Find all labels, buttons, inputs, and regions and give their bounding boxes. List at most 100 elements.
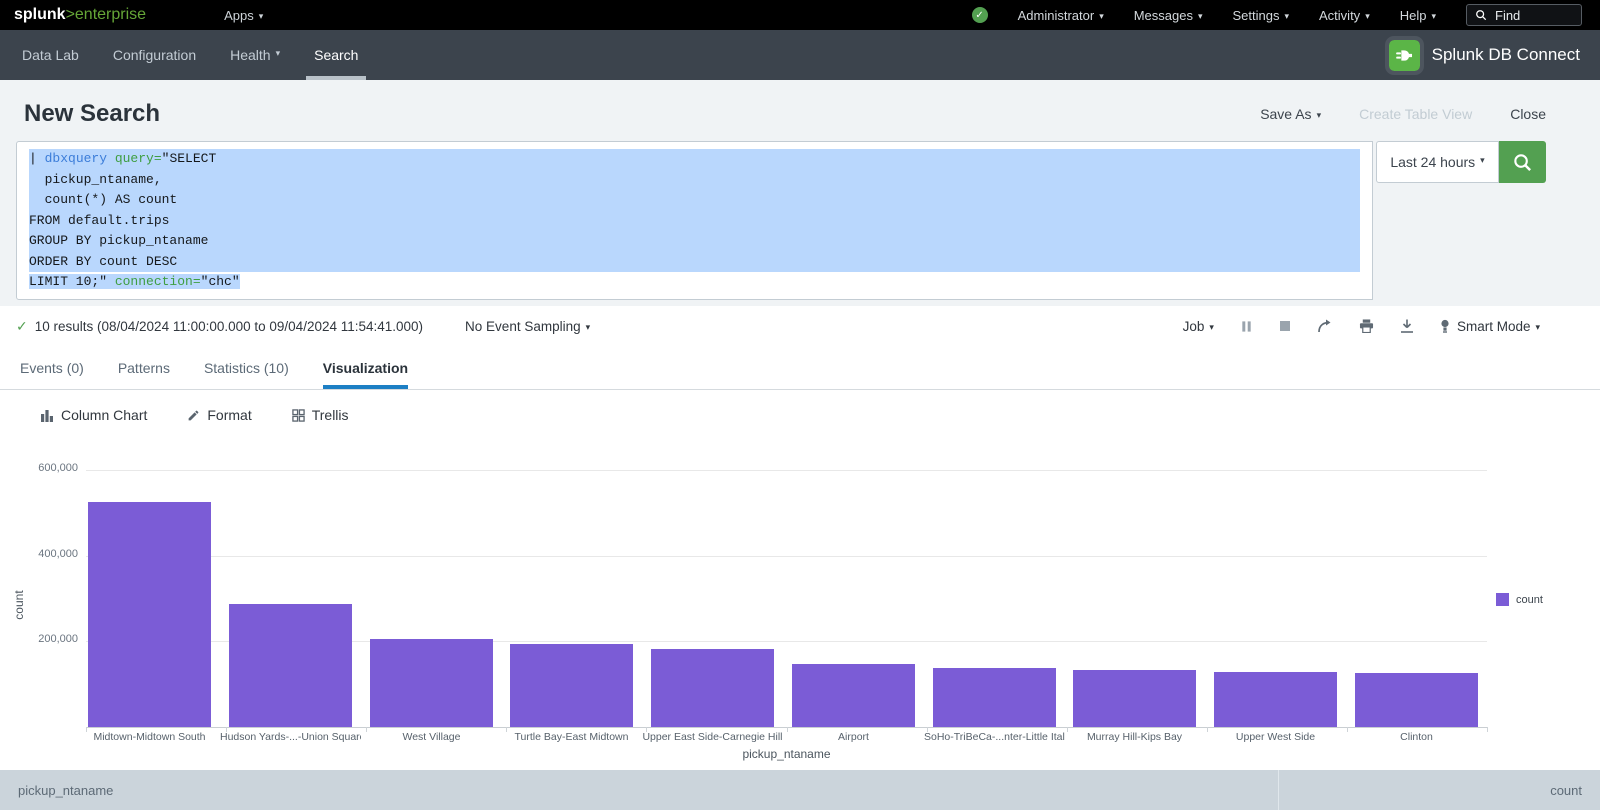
pause-icon: [1240, 320, 1253, 333]
app-nav-items: Data LabConfigurationHealthSearch: [5, 30, 375, 80]
topbar-menu-messages[interactable]: Messages: [1134, 8, 1203, 23]
app-nav-bar: Data LabConfigurationHealthSearch Splunk…: [0, 30, 1600, 80]
job-controls: Job Smart Mode: [1183, 319, 1540, 334]
find-input[interactable]: [1493, 7, 1571, 24]
column-header-count[interactable]: count: [1278, 770, 1582, 810]
header-actions: Save As Create Table View Close: [1260, 106, 1546, 122]
tab-patterns[interactable]: Patterns: [118, 346, 170, 389]
health-status-icon[interactable]: ✓: [972, 7, 988, 23]
y-tick-label: 400,000: [0, 548, 78, 560]
topbar-menu-activity[interactable]: Activity: [1319, 8, 1370, 23]
chart-bar-hudson-yards-union-square[interactable]: [229, 604, 352, 727]
smart-mode-dropdown[interactable]: Smart Mode: [1440, 319, 1540, 334]
search-row: | dbxquery query="SELECT pickup_ntaname,…: [16, 141, 1600, 300]
chart-bar-soho-tribeca-nter-little-italy[interactable]: [933, 668, 1056, 727]
chart-bar-upper-east-side-carnegie-hill[interactable]: [651, 649, 774, 727]
chart-bar-west-village[interactable]: [370, 639, 493, 727]
search-icon: [1475, 9, 1487, 21]
share-icon[interactable]: [1317, 319, 1333, 333]
trellis-button[interactable]: Trellis: [292, 407, 349, 423]
query-line: | dbxquery query="SELECT: [29, 149, 1360, 170]
y-tick-label: 200,000: [0, 633, 78, 645]
results-tabs: Events (0) Patterns Statistics (10) Visuali…: [0, 346, 1600, 390]
format-button[interactable]: Format: [187, 407, 251, 423]
x-axis-label: Upper East Side-Carnegie Hill: [642, 731, 783, 743]
format-label: Format: [207, 407, 251, 423]
apps-menu[interactable]: Apps: [224, 8, 263, 23]
x-axis-label: Clinton: [1346, 731, 1487, 743]
gridline: [86, 556, 1487, 557]
chart-bar-murray-hill-kips-bay[interactable]: [1073, 670, 1196, 727]
x-axis-label: Upper West Side: [1205, 731, 1346, 743]
splunk-db-connect-search-page: splunk>enterprise Apps ✓ Administrator Me…: [0, 0, 1600, 789]
trellis-grid-icon: [292, 409, 305, 422]
splunk-logo-brand: splunk: [14, 6, 66, 23]
search-query-editor[interactable]: | dbxquery query="SELECT pickup_ntaname,…: [16, 141, 1373, 300]
app-identity[interactable]: Splunk DB Connect: [1389, 30, 1580, 80]
topbar-menu-help[interactable]: Help: [1400, 8, 1436, 23]
column-chart: count pickup_ntaname count 200,000 400,00…: [0, 440, 1600, 765]
chart-type-button[interactable]: Column Chart: [40, 407, 147, 423]
app-name: Splunk DB Connect: [1432, 45, 1580, 65]
tab-events-0-[interactable]: Events (0): [20, 346, 84, 389]
results-summary: 10 results (08/04/2024 11:00:00.000 to 0…: [35, 319, 423, 334]
statistics-table-header: pickup_ntaname count: [0, 770, 1600, 810]
stop-icon: [1279, 320, 1291, 332]
print-icon[interactable]: [1359, 319, 1374, 333]
export-icon[interactable]: [1400, 319, 1414, 333]
query-line: GROUP BY pickup_ntaname: [29, 231, 1360, 252]
y-axis-title: count: [12, 586, 26, 624]
nav-item-health[interactable]: Health: [213, 30, 297, 80]
run-search-button[interactable]: [1499, 141, 1546, 183]
x-axis-label: SoHo-TriBeCa-...nter-Little Italy: [924, 731, 1065, 743]
save-as-button[interactable]: Save As: [1260, 106, 1321, 122]
x-axis-title: pickup_ntaname: [86, 747, 1487, 761]
query-line: FROM default.trips: [29, 211, 1360, 232]
pencil-icon: [187, 409, 200, 422]
chart-bar-airport[interactable]: [792, 664, 915, 727]
query-line: LIMIT 10;" connection="chc": [29, 272, 1360, 293]
nav-item-configuration[interactable]: Configuration: [96, 30, 213, 80]
tab-statistics-10-[interactable]: Statistics (10): [204, 346, 289, 389]
time-range-picker[interactable]: Last 24 hours: [1376, 141, 1499, 183]
x-axis-label: Turtle Bay-East Midtown: [501, 731, 642, 743]
topbar-menu-settings[interactable]: Settings: [1233, 8, 1290, 23]
x-axis-label: Midtown-Midtown South: [79, 731, 220, 743]
job-menu[interactable]: Job: [1183, 319, 1214, 334]
search-icon: [1512, 152, 1533, 173]
chart-bar-midtown-midtown-south[interactable]: [88, 502, 211, 727]
x-axis-label: Airport: [783, 731, 924, 743]
chart-legend[interactable]: count: [1496, 593, 1543, 606]
search-header-section: New Search Save As Create Table View Clo…: [0, 80, 1600, 306]
topbar-menu-administrator[interactable]: Administrator: [1018, 8, 1104, 23]
nav-item-data-lab[interactable]: Data Lab: [5, 30, 96, 80]
chart-bar-clinton[interactable]: [1355, 673, 1478, 727]
chart-bar-turtle-bay-east-midtown[interactable]: [510, 644, 633, 727]
chart-bar-upper-west-side[interactable]: [1214, 672, 1337, 727]
nav-item-search[interactable]: Search: [297, 30, 375, 80]
splunk-logo[interactable]: splunk>enterprise: [14, 6, 146, 24]
smart-mode-label: Smart Mode: [1457, 319, 1540, 334]
splunk-logo-suffix: >enterprise: [66, 6, 147, 23]
event-sampling-dropdown[interactable]: No Event Sampling: [465, 319, 590, 334]
query-line: pickup_ntaname,: [29, 170, 1360, 191]
query-line: ORDER BY count DESC: [29, 252, 1360, 273]
gridline: [86, 470, 1487, 471]
column-header-pickup-ntaname[interactable]: pickup_ntaname: [18, 783, 1278, 810]
check-icon: ✓: [16, 318, 28, 335]
column-chart-icon: [40, 408, 54, 422]
close-button[interactable]: Close: [1510, 106, 1546, 122]
tab-visualization[interactable]: Visualization: [323, 346, 408, 389]
find-box[interactable]: [1466, 4, 1582, 26]
x-axis-label: Murray Hill-Kips Bay: [1064, 731, 1205, 743]
topbar-right: ✓ Administrator Messages Settings Activity H…: [972, 4, 1582, 26]
viz-controls: Column Chart Format Trellis: [0, 390, 1600, 440]
legend-label: count: [1516, 594, 1543, 606]
x-tick: [1487, 727, 1488, 732]
x-axis-label: West Village: [361, 731, 502, 743]
x-axis-label: Hudson Yards-...-Union Square: [220, 731, 361, 743]
top-bar: splunk>enterprise Apps ✓ Administrator Me…: [0, 0, 1600, 30]
lightbulb-icon: [1440, 319, 1450, 333]
topbar-menus: Administrator Messages Settings Activity Hel…: [1018, 8, 1436, 23]
query-line: count(*) AS count: [29, 190, 1360, 211]
